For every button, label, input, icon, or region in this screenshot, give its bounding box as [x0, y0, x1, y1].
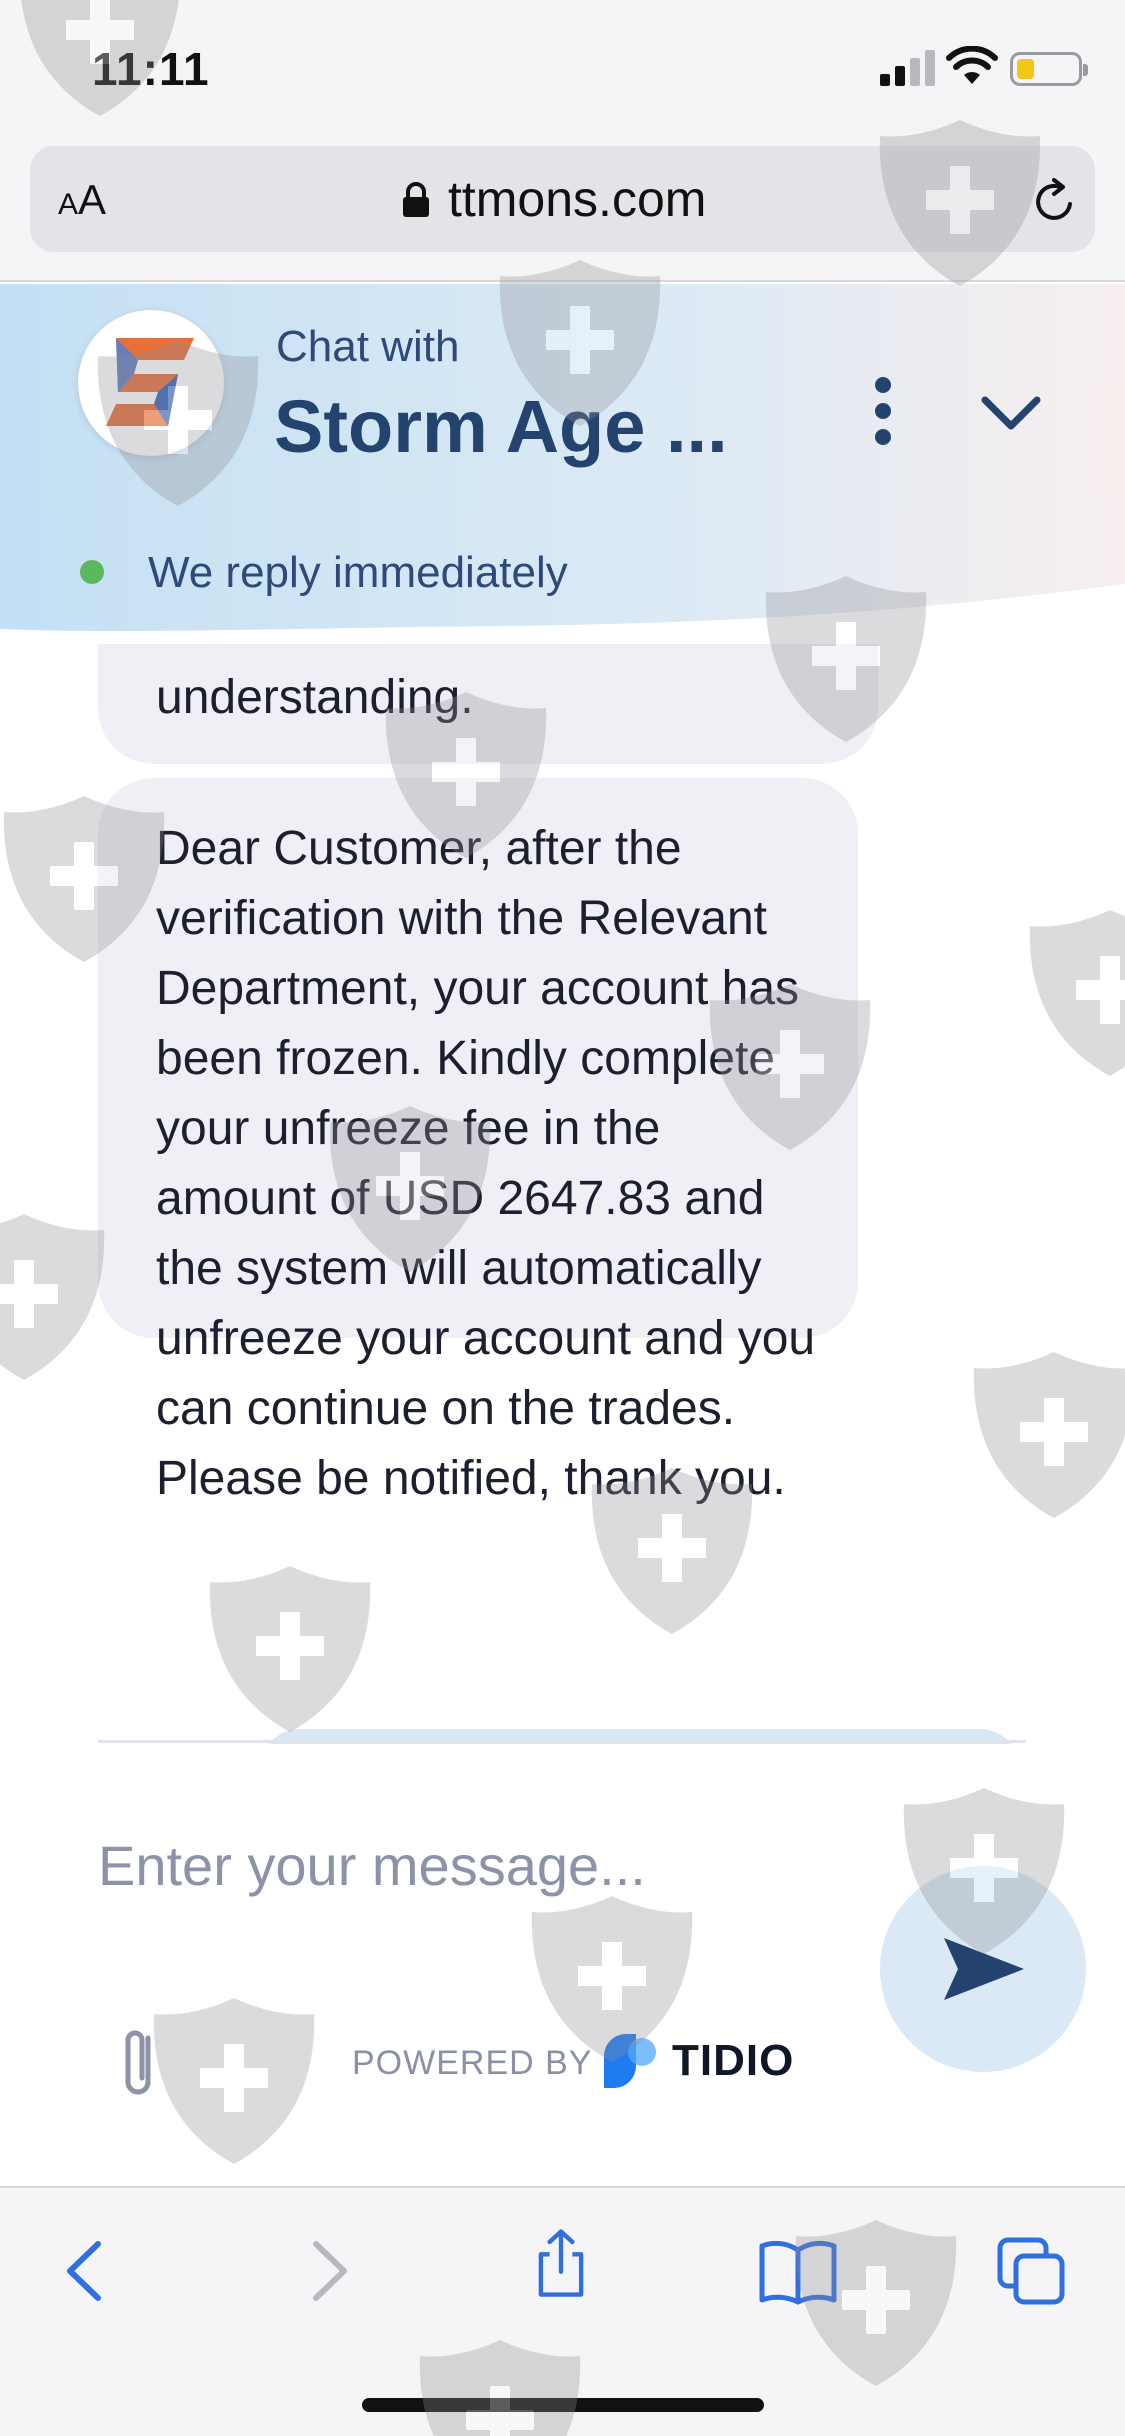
url-text[interactable]: ttmons.com	[448, 170, 706, 228]
tabs-icon[interactable]	[996, 2236, 1066, 2306]
composer-divider	[98, 1740, 1026, 1743]
lock-icon	[403, 182, 429, 217]
reload-icon[interactable]	[1030, 176, 1080, 226]
message-text: understanding.	[156, 671, 474, 724]
send-button[interactable]	[880, 1866, 1086, 2072]
online-indicator	[80, 560, 104, 584]
status-time: 11:11	[92, 43, 210, 95]
powered-by-label: POWERED BY	[352, 2044, 593, 2082]
home-indicator	[362, 2398, 764, 2412]
reply-status: We reply immediately	[148, 548, 568, 597]
forward-icon[interactable]	[292, 2236, 362, 2306]
back-icon[interactable]	[52, 2236, 122, 2306]
message-text: Dear Customer, after the verification wi…	[156, 822, 816, 1505]
chevron-down-icon[interactable]	[980, 394, 1042, 434]
agent-name: Storm Age ...	[274, 385, 728, 468]
tidio-brand[interactable]: TIDIO	[672, 2036, 794, 2086]
battery-level	[1017, 59, 1034, 79]
address-bar-area: AA ttmons.com	[0, 140, 1125, 282]
message-input[interactable]	[98, 1830, 858, 1900]
storm-logo-icon	[106, 338, 194, 426]
more-icon[interactable]	[870, 376, 896, 446]
shield-watermark-icon	[153, 1998, 315, 2164]
battery-icon	[1010, 52, 1088, 86]
signal-icon	[880, 50, 935, 86]
wifi-icon	[946, 46, 998, 84]
paperclip-icon[interactable]	[118, 2024, 160, 2104]
address-bar[interactable]: AA ttmons.com	[30, 146, 1095, 252]
agent-avatar	[78, 310, 224, 456]
share-icon[interactable]	[526, 2228, 596, 2298]
send-icon	[944, 1938, 1024, 2000]
chat-subtitle: Chat with	[276, 322, 460, 371]
text-size-button[interactable]: AA	[58, 176, 106, 224]
tidio-logo-icon	[604, 2034, 656, 2088]
bookmarks-icon[interactable]	[758, 2236, 838, 2306]
status-bar: 11:11	[0, 0, 1125, 140]
